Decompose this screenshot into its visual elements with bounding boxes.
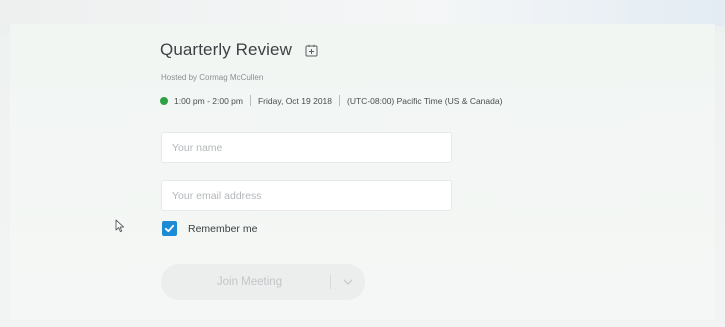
join-meeting-control: Join Meeting <box>161 264 365 300</box>
meeting-time: 1:00 pm - 2:00 pm <box>174 95 243 106</box>
checkmark-icon <box>164 224 175 233</box>
name-input[interactable] <box>161 132 452 163</box>
add-to-calendar-icon[interactable] <box>305 44 318 57</box>
chevron-down-icon <box>343 279 353 285</box>
status-dot-icon <box>160 96 168 105</box>
meeting-date: Friday, Oct 19 2018 <box>257 95 333 106</box>
remember-me-label: Remember me <box>188 222 258 235</box>
join-meeting-button[interactable]: Join Meeting <box>161 264 330 300</box>
join-options-dropdown[interactable] <box>331 264 365 300</box>
top-strip <box>0 0 725 26</box>
meeting-timezone: (UTC-08:00) Pacific Time (US & Canada) <box>347 95 503 106</box>
host-text: Hosted by Cormag McCullen <box>161 73 264 82</box>
divider <box>339 95 341 106</box>
email-input[interactable] <box>161 180 452 211</box>
meeting-title: Quarterly Review <box>160 40 292 59</box>
meeting-time-row: 1:00 pm - 2:00 pm Friday, Oct 19 2018 (U… <box>160 95 502 106</box>
remember-me-option[interactable]: Remember me <box>162 221 257 236</box>
meeting-header: Quarterly Review <box>160 40 318 60</box>
remember-me-checkbox[interactable] <box>162 221 177 236</box>
divider <box>249 95 251 106</box>
mouse-cursor-icon <box>115 219 125 233</box>
